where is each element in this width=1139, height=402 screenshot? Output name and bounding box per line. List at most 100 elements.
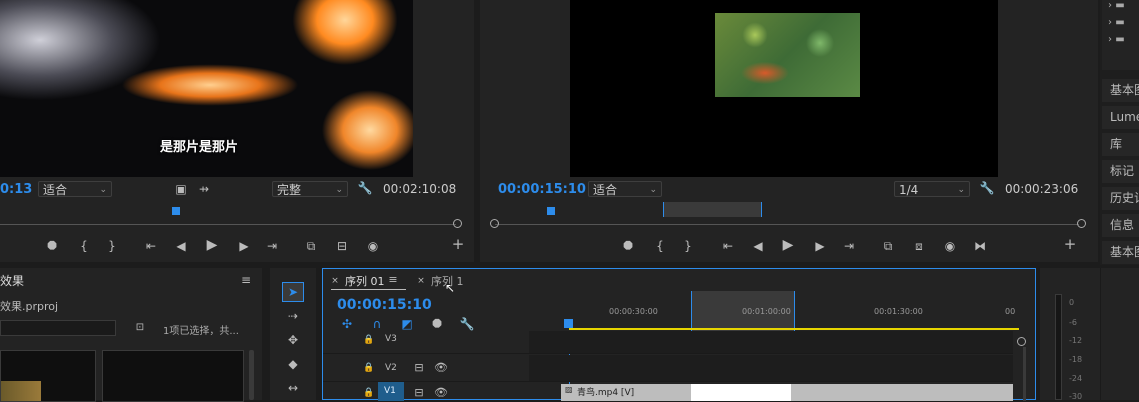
program-scrub-end-handle[interactable]	[1077, 219, 1086, 228]
nest-toggle-icon[interactable]: ✣	[339, 317, 355, 331]
project-search-input[interactable]	[0, 320, 116, 336]
track-row-v1[interactable]: 🔒 V1 ⊟ 👁 ▨ 青鸟.mp4 [V]	[323, 382, 1013, 401]
panel-tab-markers[interactable]: 标记	[1102, 160, 1139, 183]
go-to-in-icon[interactable]: ⇤	[720, 239, 736, 253]
mark-out-icon[interactable]: }	[680, 239, 696, 253]
track-row-v3[interactable]: 🔒 V3	[323, 331, 1013, 354]
track-select-tool-icon[interactable]: ⇢	[285, 309, 301, 323]
panel-tab-info[interactable]: 信息	[1102, 214, 1139, 237]
folder-row[interactable]: › ▬	[1108, 17, 1125, 28]
tab-menu-icon[interactable]: ≡	[385, 273, 401, 287]
snap-magnet-icon[interactable]: ∩	[369, 317, 385, 331]
source-scrub-bar[interactable]	[0, 224, 456, 225]
ripple-edit-tool-icon[interactable]: ✥	[285, 333, 301, 347]
selection-tool-icon[interactable]: ➤	[282, 282, 304, 302]
add-button-icon[interactable]: +	[450, 237, 466, 252]
eye-icon[interactable]: 👁	[433, 361, 449, 375]
panel-tab-lumetri[interactable]: Lumetri	[1102, 106, 1139, 129]
source-playhead-marker[interactable]	[172, 207, 180, 215]
mark-in-icon[interactable]: {	[76, 239, 92, 253]
timeline-playhead-head[interactable]	[564, 319, 573, 328]
export-frame-icon[interactable]: ▣	[173, 182, 189, 196]
timeline-scroll-handle[interactable]	[1017, 337, 1026, 346]
panel-tab-essential-sound[interactable]: 基本图	[1102, 241, 1139, 264]
tab-sequence-01[interactable]: 序列 01	[345, 273, 385, 289]
new-bin-icon[interactable]: ⊡	[132, 321, 148, 335]
camera-icon[interactable]: ◉	[365, 239, 381, 253]
marker-icon[interactable]: ⯃	[44, 239, 60, 253]
source-quality-dropdown[interactable]: 完整 ⌄	[272, 181, 348, 197]
timeline-ruler[interactable]: 00:00:30:00 00:01:00:00 00:01:30:00 00	[529, 291, 1019, 331]
project-scrollbar[interactable]	[249, 350, 254, 400]
track-target-v1[interactable]: V1	[378, 382, 404, 401]
program-timecode[interactable]: 00:00:15:10	[498, 182, 586, 197]
insert-icon[interactable]: ⧉	[303, 239, 319, 253]
settings-arrows-icon[interactable]: ⇸	[196, 182, 212, 196]
marker-icon[interactable]: ⯃	[620, 239, 636, 253]
overwrite-icon[interactable]: ⊟	[334, 239, 350, 253]
project-item-thumbnail[interactable]	[102, 350, 244, 402]
panel-tab-essential-graphics[interactable]: 基本图形	[1102, 79, 1139, 102]
slip-tool-icon[interactable]: ↔	[285, 381, 301, 395]
mark-out-icon[interactable]: }	[104, 239, 120, 253]
sync-lock-icon[interactable]: ⊟	[411, 361, 427, 375]
source-scrub-end-handle[interactable]	[453, 219, 462, 228]
close-tab-icon[interactable]: ×	[413, 274, 429, 288]
go-to-out-icon[interactable]: ⇥	[841, 239, 857, 253]
program-playhead-marker[interactable]	[547, 207, 555, 215]
play-icon[interactable]: ▶	[204, 238, 220, 252]
extract-icon[interactable]: ⧈	[911, 239, 927, 253]
step-back-icon[interactable]: ◀	[173, 239, 189, 253]
go-to-out-icon[interactable]: ⇥	[264, 239, 280, 253]
linked-selection-icon[interactable]: ◩	[399, 317, 415, 331]
ruler-label: 00:00:30:00	[609, 307, 658, 316]
lock-icon[interactable]: 🔒	[361, 333, 377, 347]
lift-icon[interactable]: ⧉	[880, 239, 896, 253]
panel-tab-history[interactable]: 历史记录	[1102, 187, 1139, 210]
timeline-timecode[interactable]: 00:00:15:10	[337, 297, 432, 313]
work-area-bar[interactable]	[569, 328, 1019, 330]
timeline-panel: × 序列 01 ≡ × 序列 1 ↖ 00:00:15:10 ✣ ∩ ◩ ⯃ 🔧…	[322, 268, 1036, 401]
track-content[interactable]	[529, 355, 1013, 381]
track-row-v2[interactable]: 🔒 V2 ⊟ 👁	[323, 355, 1013, 382]
sync-lock-icon[interactable]: ⊟	[411, 386, 427, 400]
program-work-range[interactable]	[663, 202, 762, 217]
source-duration: 00:02:10:08	[383, 182, 457, 196]
mark-in-icon[interactable]: {	[652, 239, 668, 253]
step-forward-icon[interactable]: ▶	[236, 239, 252, 253]
program-fit-dropdown[interactable]: 适合 ⌄	[588, 181, 662, 197]
program-video-frame[interactable]	[570, 0, 998, 177]
timeline-settings-icon[interactable]: 🔧	[459, 317, 475, 331]
go-to-in-icon[interactable]: ⇤	[143, 239, 159, 253]
source-timecode[interactable]: 0:13	[0, 182, 32, 197]
project-panel-title[interactable]: 效果	[0, 272, 24, 289]
add-button-icon[interactable]: +	[1062, 237, 1078, 252]
lock-icon[interactable]: 🔒	[361, 361, 377, 375]
wrench-icon[interactable]: 🔧	[979, 181, 995, 195]
project-item-thumbnail[interactable]	[0, 350, 96, 402]
panel-menu-icon[interactable]: ≡	[238, 273, 254, 287]
track-content[interactable]	[529, 331, 1013, 353]
add-marker-icon[interactable]: ⯃	[429, 317, 445, 331]
play-icon[interactable]: ▶	[780, 238, 796, 252]
wrench-icon[interactable]: 🔧	[357, 181, 373, 195]
program-scrub-bar[interactable]	[495, 224, 1079, 225]
meter-scale-label: -12	[1069, 336, 1083, 345]
step-forward-icon[interactable]: ▶	[812, 239, 828, 253]
panel-tab-libraries[interactable]: 库	[1102, 133, 1139, 156]
razor-tool-icon[interactable]: ◆	[285, 357, 301, 371]
program-scrub-start-handle[interactable]	[490, 219, 499, 228]
eye-icon[interactable]: 👁	[433, 386, 449, 400]
program-quality-dropdown[interactable]: 1/4 ⌄	[894, 181, 970, 197]
timeline-vertical-scrollbar[interactable]	[1023, 347, 1026, 401]
lock-icon[interactable]: 🔒	[361, 386, 377, 400]
close-tab-icon[interactable]: ×	[327, 274, 343, 288]
comparison-view-icon[interactable]: ⧓	[972, 239, 988, 253]
source-video-frame[interactable]: 是那片是那片	[0, 0, 413, 177]
step-back-icon[interactable]: ◀	[750, 239, 766, 253]
folder-row[interactable]: › ▬	[1108, 34, 1125, 45]
video-clip[interactable]: ▨ 青鸟.mp4 [V]	[561, 384, 1013, 401]
source-fit-dropdown[interactable]: 适合 ⌄	[38, 181, 112, 197]
folder-row[interactable]: › ▬	[1108, 0, 1125, 11]
camera-icon[interactable]: ◉	[942, 239, 958, 253]
